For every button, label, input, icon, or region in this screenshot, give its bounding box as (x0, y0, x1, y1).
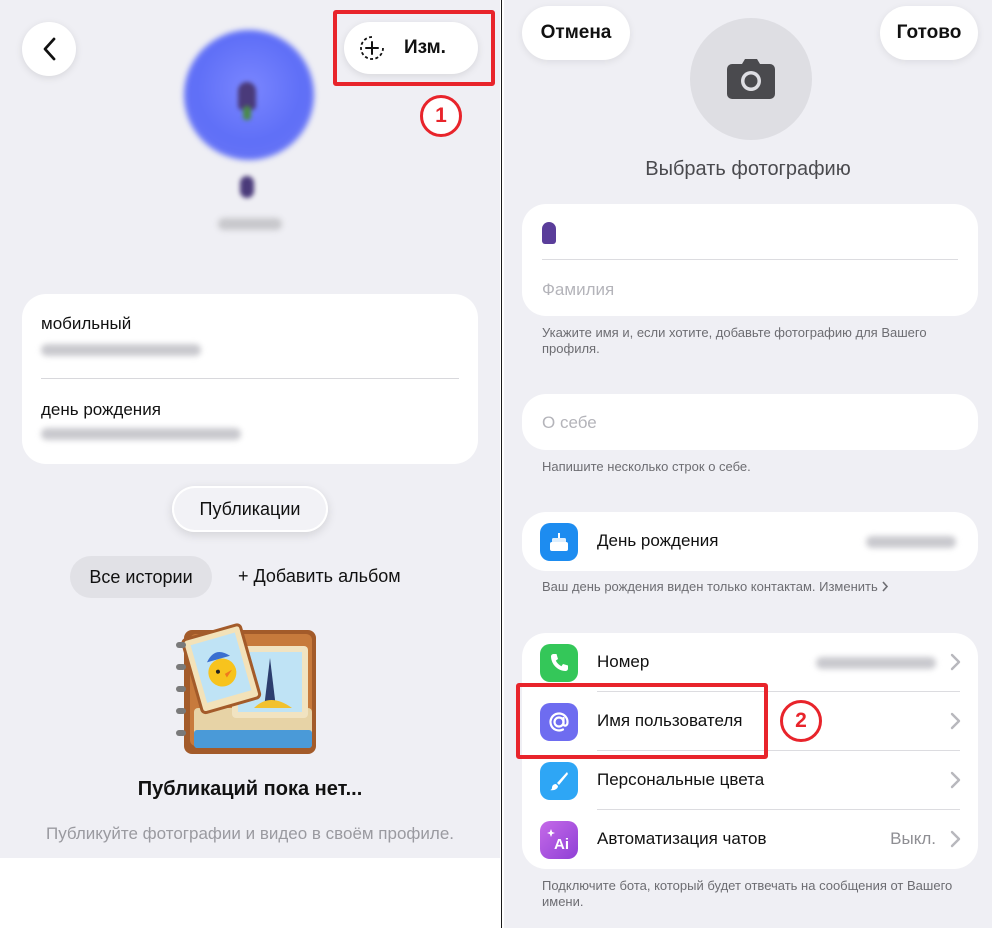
publications-button[interactable]: Публикации (172, 486, 328, 532)
birthday-hint-text: Ваш день рождения виден только контактам… (542, 579, 878, 594)
chat-automation-row[interactable]: Ai Автоматизация чатов Выкл. (522, 810, 978, 869)
highlight-edit-button (333, 10, 495, 86)
phone-icon (540, 644, 578, 682)
phone-number-value-blurred (816, 657, 936, 669)
all-stories-tab[interactable]: Все истории (70, 556, 212, 598)
camera-icon (727, 59, 775, 99)
birthday-row[interactable]: День рождения (522, 512, 978, 571)
chevron-left-icon (43, 37, 56, 61)
bot-hint: Подключите бота, который будет отвечать … (542, 878, 953, 909)
chevron-right-icon (950, 712, 961, 730)
name-emoji (240, 176, 254, 198)
ai-sparkle-icon: Ai (540, 821, 578, 859)
birthday-hint: Ваш день рождения виден только контактам… (542, 579, 962, 595)
done-button[interactable]: Готово (880, 6, 978, 60)
chevron-right-icon (950, 771, 961, 789)
chat-automation-label: Автоматизация чатов (597, 829, 767, 848)
name-card: Фамилия (522, 204, 978, 316)
birthday-cake-icon (540, 523, 578, 561)
edit-profile-panel: Отмена Готово Выбрать фотографию Фамилия… (504, 0, 992, 928)
personal-colors-label: Персональные цвета (597, 770, 765, 789)
chevron-right-icon (950, 653, 961, 671)
empty-publications-title: Публикаций пока нет... (137, 778, 363, 800)
birthday-row-label: День рождения (597, 531, 719, 550)
divider (41, 378, 459, 379)
first-name-flower-emoji[interactable] (542, 222, 556, 244)
last-name-field[interactable]: Фамилия (542, 280, 614, 300)
profile-view-panel: Изм. мобильный день рождения Публикации … (0, 0, 500, 858)
birthday-value-blurred (866, 536, 956, 548)
birthday-card: День рождения (522, 512, 978, 571)
chat-automation-value: Выкл. (890, 829, 936, 848)
chevron-right-icon[interactable] (881, 581, 889, 592)
about-card: О себе (522, 394, 978, 450)
avatar-flower-emoji (238, 82, 256, 120)
step-badge-1: 1 (420, 95, 462, 137)
birthday-label: день рождения (41, 400, 161, 419)
add-album-button[interactable]: + Добавить альбом (238, 566, 401, 587)
photo-album-icon (176, 623, 316, 754)
mobile-value-blurred (41, 344, 201, 356)
phone-number-label: Номер (597, 652, 650, 671)
choose-photo-label: Выбрать фотографию (645, 158, 851, 180)
chevron-right-icon (950, 830, 961, 848)
about-hint: Напишите несколько строк о себе. (542, 459, 751, 474)
all-stories-label: Все истории (89, 566, 193, 587)
contact-info-card: мобильный день рождения (22, 294, 478, 464)
username-blurred (218, 218, 282, 230)
divider (542, 259, 958, 260)
mobile-label: мобильный (41, 314, 132, 333)
publications-label: Публикации (199, 498, 301, 519)
birthday-value-blurred (41, 428, 241, 440)
empty-publications-subtitle: Публикуйте фотографии и видео в своём пр… (45, 824, 455, 843)
about-field[interactable]: О себе (542, 413, 597, 433)
step-badge-2: 2 (780, 700, 822, 742)
choose-photo-button[interactable] (690, 18, 812, 140)
highlight-username-row (516, 683, 768, 759)
cancel-button[interactable]: Отмена (522, 6, 630, 60)
name-hint: Укажите имя и, если хотите, добавьте фот… (542, 325, 927, 356)
back-button[interactable] (22, 22, 76, 76)
paintbrush-icon (540, 762, 578, 800)
svg-text:Ai: Ai (554, 836, 569, 853)
personal-colors-row[interactable]: Персональные цвета (522, 751, 978, 810)
